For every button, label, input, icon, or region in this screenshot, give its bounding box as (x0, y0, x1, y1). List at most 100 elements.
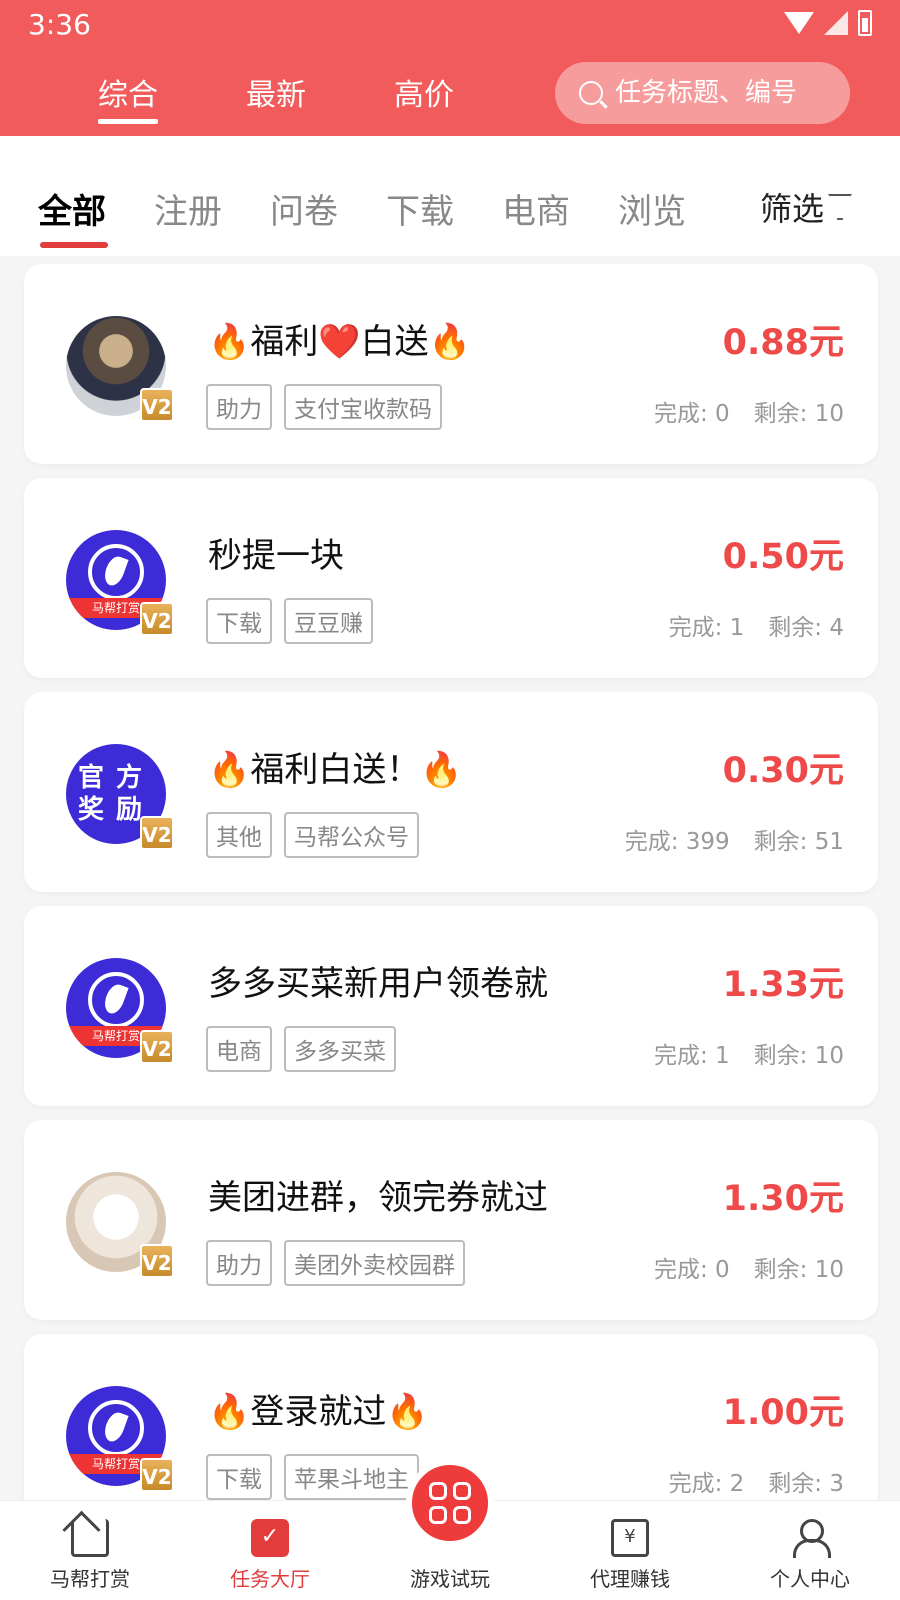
task-tags: 其他 马帮公众号 (206, 812, 419, 858)
task-title: 美团进群，领完券就过 (208, 1170, 548, 1219)
task-card[interactable]: V2 美团进群，领完券就过 1.30元 助力 美团外卖校园群 完成: 0 剩余:… (24, 1120, 878, 1320)
task-tag: 支付宝收款码 (284, 384, 442, 430)
tab-comprehensive[interactable]: 综合 (98, 70, 158, 124)
search-input[interactable] (615, 78, 825, 108)
task-title: 秒提一块 (208, 528, 344, 577)
task-card[interactable]: 马帮打赏 V2 秒提一块 0.50元 下载 豆豆赚 完成: 1 剩余: 4 (24, 478, 878, 678)
avatar: V2 (66, 1172, 174, 1278)
filter-button[interactable]: 筛选 (760, 184, 852, 230)
task-tag: 助力 (206, 1240, 272, 1286)
avatar: 马帮打赏 V2 (66, 530, 174, 636)
task-tag: 下载 (206, 1454, 272, 1500)
nav-label: 个人中心 (770, 1567, 850, 1591)
task-title-text: 多多买菜新用户领卷就 (208, 964, 548, 1004)
task-tags: 下载 苹果斗地主 (206, 1454, 419, 1500)
task-remaining: 剩余: 10 (753, 1257, 844, 1283)
game-grid-icon[interactable] (406, 1459, 494, 1547)
avatar: 马帮打赏 V2 (66, 958, 174, 1064)
search-box[interactable] (555, 62, 850, 124)
nav-label: 马帮打赏 (50, 1567, 130, 1591)
task-tags: 电商 多多买菜 (206, 1026, 396, 1072)
task-price: 1.00元 (722, 1393, 844, 1433)
task-stats: 完成: 2 剩余: 3 (669, 1464, 844, 1498)
task-done: 完成: 0 (653, 1257, 730, 1283)
task-title-text: 秒提一块 (208, 536, 344, 576)
filter-label: 筛选 (759, 190, 824, 228)
category-bar: 全部 注册 问卷 下载 电商 浏览 筛选 (0, 136, 900, 256)
task-title-text: 福利❤️白送 (250, 322, 429, 362)
category-tabs: 全部 注册 问卷 下载 电商 浏览 (38, 184, 688, 233)
funnel-icon (828, 194, 852, 220)
category-download[interactable]: 下载 (386, 184, 454, 233)
task-done: 完成: 1 (668, 615, 745, 641)
task-tag: 多多买菜 (284, 1026, 396, 1072)
task-stats: 完成: 0 剩余: 10 (654, 1250, 844, 1284)
nav-game-trial[interactable]: 游戏试玩 (360, 1459, 540, 1600)
task-tag: 美团外卖校园群 (284, 1240, 465, 1286)
task-title-text: 美团进群，领完券就过 (208, 1178, 548, 1218)
nav-label: 代理赚钱 (590, 1567, 670, 1591)
task-price: 1.30元 (722, 1179, 844, 1219)
task-card[interactable]: 官方奖励 V2 🔥福利白送！🔥 0.30元 其他 马帮公众号 完成: 399 剩… (24, 692, 878, 892)
avatar: 官方奖励 V2 (66, 744, 174, 850)
category-ecommerce[interactable]: 电商 (502, 184, 570, 233)
task-stats: 完成: 0 剩余: 10 (654, 394, 844, 428)
wifi-icon (784, 12, 814, 34)
task-done: 完成: 1 (653, 1043, 730, 1069)
fire-icon: 🔥 (386, 1392, 429, 1432)
vip-badge: V2 (140, 602, 174, 636)
task-remaining: 剩余: 10 (753, 1043, 844, 1069)
nav-agent-earn[interactable]: 代理赚钱 (540, 1501, 720, 1600)
task-tag: 助力 (206, 384, 272, 430)
task-title: 🔥福利白送！🔥 (208, 742, 463, 791)
task-tag: 苹果斗地主 (284, 1454, 419, 1500)
horse-logo-icon (88, 544, 144, 600)
task-stats: 完成: 1 剩余: 4 (669, 608, 844, 642)
vip-badge: V2 (140, 1030, 174, 1064)
task-done: 完成: 0 (653, 401, 730, 427)
task-price: 0.50元 (722, 537, 844, 577)
task-tags: 助力 美团外卖校园群 (206, 1240, 465, 1286)
fire-icon: 🔥 (420, 750, 463, 790)
main-tabs: 综合 最新 高价 (98, 70, 454, 124)
category-register[interactable]: 注册 (154, 184, 222, 233)
task-card[interactable]: 马帮打赏 V2 多多买菜新用户领卷就 1.33元 电商 多多买菜 完成: 1 剩… (24, 906, 878, 1106)
task-tags: 助力 支付宝收款码 (206, 384, 442, 430)
task-price: 0.30元 (722, 751, 844, 791)
task-remaining: 剩余: 51 (753, 829, 844, 855)
mail-money-icon (611, 1519, 649, 1557)
nav-task-hall[interactable]: 任务大厅 (180, 1501, 360, 1600)
active-category-indicator (40, 242, 108, 248)
nav-personal-center[interactable]: 个人中心 (720, 1501, 900, 1600)
task-title-text: 登录就过 (250, 1392, 387, 1432)
task-bag-icon (251, 1519, 289, 1557)
task-list: V2 🔥福利❤️白送🔥 0.88元 助力 支付宝收款码 完成: 0 剩余: 10… (24, 264, 878, 1548)
category-all[interactable]: 全部 (38, 184, 106, 233)
nav-label: 游戏试玩 (410, 1567, 490, 1591)
vip-badge: V2 (140, 1244, 174, 1278)
fire-icon: 🔥 (208, 1392, 251, 1432)
task-tag: 其他 (206, 812, 272, 858)
task-tag: 下载 (206, 598, 272, 644)
search-icon (579, 81, 603, 105)
task-price: 1.33元 (722, 965, 844, 1005)
category-survey[interactable]: 问卷 (270, 184, 338, 233)
nav-label: 任务大厅 (230, 1567, 310, 1591)
horse-logo-icon (88, 1400, 144, 1456)
task-stats: 完成: 1 剩余: 10 (654, 1036, 844, 1070)
tab-latest[interactable]: 最新 (246, 70, 306, 124)
bottom-nav: 马帮打赏 任务大厅 游戏试玩 代理赚钱 个人中心 (0, 1459, 900, 1600)
status-time: 3:36 (28, 8, 91, 41)
home-icon (71, 1519, 109, 1557)
nav-mabang-reward[interactable]: 马帮打赏 (0, 1501, 180, 1600)
horse-logo-icon (88, 972, 144, 1028)
user-icon (791, 1519, 831, 1558)
task-remaining: 剩余: 3 (768, 1471, 844, 1497)
task-card[interactable]: V2 🔥福利❤️白送🔥 0.88元 助力 支付宝收款码 完成: 0 剩余: 10 (24, 264, 878, 464)
task-tag: 电商 (206, 1026, 272, 1072)
category-browse[interactable]: 浏览 (618, 184, 686, 233)
task-tag: 马帮公众号 (284, 812, 419, 858)
task-stats: 完成: 399 剩余: 51 (625, 822, 844, 856)
tab-high-price[interactable]: 高价 (394, 70, 454, 124)
fire-icon: 🔥 (428, 322, 472, 362)
